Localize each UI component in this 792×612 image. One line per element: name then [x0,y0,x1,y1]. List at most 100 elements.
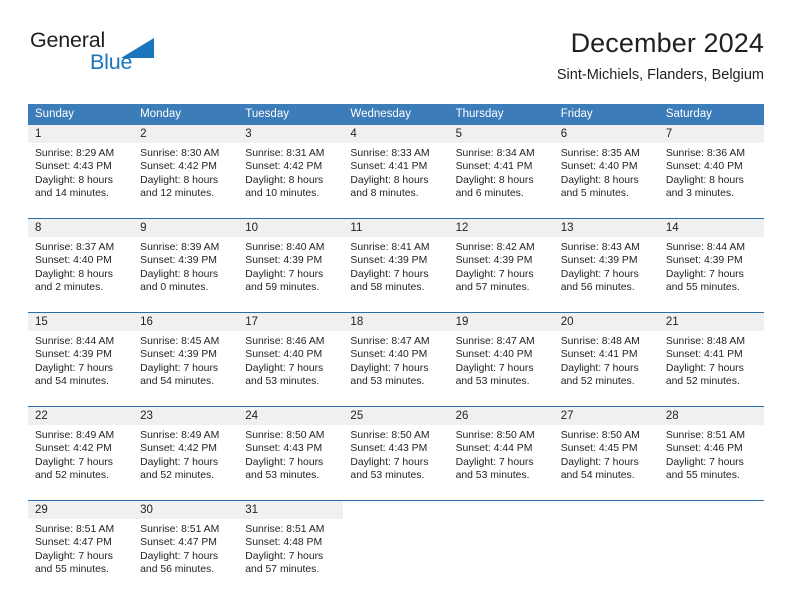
daylight-text-line1: Daylight: 7 hours [455,362,534,374]
day-number: 21 [658,313,764,331]
day-cell[interactable]: 16 Sunrise: 8:45 AM Sunset: 4:39 PM Dayligh… [133,313,239,395]
daylight-text-line1: Daylight: 7 hours [35,550,113,562]
day-cell[interactable]: 25 Sunrise: 8:50 AM Sunset: 4:43 PM Dayligh… [343,407,449,489]
day-details: Sunrise: 8:47 AM Sunset: 4:40 PM Daylight:… [449,331,554,389]
day-cell[interactable]: 23 Sunrise: 8:49 AM Sunset: 4:42 PM Dayligh… [133,407,239,489]
sunrise-text: Sunrise: 8:36 AM [665,148,745,159]
sunset-text: Sunset: 4:47 PM [140,537,217,549]
sunrise-text: Sunrise: 8:35 AM [560,148,640,159]
daylight-text-line2: and 12 minutes. [140,188,215,200]
day-cell[interactable]: 10 Sunrise: 8:40 AM Sunset: 4:39 PM Dayligh… [238,219,344,301]
day-number: 31 [238,501,344,519]
day-cell[interactable]: 12 Sunrise: 8:42 AM Sunset: 4:39 PM Dayligh… [448,219,554,301]
logo-text-blue: Blue [90,50,133,74]
day-number: 3 [238,125,344,143]
sunrise-text: Sunrise: 8:50 AM [245,430,325,441]
weekday-header-saturday: Saturday [665,108,712,120]
day-number: 11 [343,219,449,237]
day-cell[interactable]: 27 Sunrise: 8:50 AM Sunset: 4:45 PM Dayligh… [553,407,659,489]
day-cell[interactable]: 22 Sunrise: 8:49 AM Sunset: 4:42 PM Dayligh… [28,407,134,489]
day-cell[interactable]: 3 Sunrise: 8:31 AM Sunset: 4:42 PM Daylight… [238,125,344,207]
sunset-text: Sunset: 4:41 PM [350,161,428,173]
sunrise-text: Sunrise: 8:33 AM [350,148,430,159]
day-cell[interactable]: 9 Sunrise: 8:39 AM Sunset: 4:39 PM Daylight… [133,219,239,301]
day-number: 29 [28,501,134,519]
daylight-text-line2: and 53 minutes. [455,470,530,482]
sunrise-text: Sunrise: 8:41 AM [350,242,430,253]
day-cell[interactable]: 20 Sunrise: 8:48 AM Sunset: 4:41 PM Dayligh… [553,313,659,395]
sunrise-text: Sunrise: 8:50 AM [350,430,430,441]
weekday-header-thursday: Thursday [455,108,504,120]
day-cell[interactable]: 21 Sunrise: 8:48 AM Sunset: 4:41 PM Dayligh… [658,313,764,395]
sunset-text: Sunset: 4:41 PM [560,349,638,361]
sunset-text: Sunset: 4:42 PM [35,443,112,455]
day-cell[interactable]: 2 Sunrise: 8:30 AM Sunset: 4:42 PM Daylight… [133,125,239,207]
daylight-text-line2: and 8 minutes. [350,188,419,200]
day-cell[interactable]: 11 Sunrise: 8:41 AM Sunset: 4:39 PM Dayligh… [343,219,449,301]
sunrise-text: Sunrise: 8:47 AM [455,336,535,347]
sunset-text: Sunset: 4:43 PM [245,443,323,455]
daylight-text-line2: and 55 minutes. [665,470,740,482]
day-cell[interactable]: 18 Sunrise: 8:47 AM Sunset: 4:40 PM Dayligh… [343,313,449,395]
sunrise-text: Sunrise: 8:46 AM [245,336,325,347]
daylight-text-line2: and 53 minutes. [350,376,425,388]
day-details: Sunrise: 8:50 AM Sunset: 4:43 PM Daylight:… [343,425,448,483]
sunset-text: Sunset: 4:44 PM [455,443,533,455]
daylight-text-line2: and 54 minutes. [560,470,635,482]
day-number: 5 [448,125,554,143]
day-details: Sunrise: 8:51 AM Sunset: 4:47 PM Daylight:… [133,519,238,577]
day-cell[interactable]: 8 Sunrise: 8:37 AM Sunset: 4:40 PM Daylight… [28,219,134,301]
day-number [553,501,659,519]
daylight-text-line1: Daylight: 8 hours [35,174,113,186]
day-cell[interactable]: 14 Sunrise: 8:44 AM Sunset: 4:39 PM Dayligh… [658,219,764,301]
day-details: Sunrise: 8:33 AM Sunset: 4:41 PM Daylight:… [343,143,448,201]
daylight-text-line1: Daylight: 8 hours [140,174,219,186]
daylight-text-line1: Daylight: 7 hours [245,362,324,374]
daylight-text-line2: and 54 minutes. [35,376,109,388]
day-cell[interactable]: 31 Sunrise: 8:51 AM Sunset: 4:48 PM Dayligh… [238,501,344,583]
day-cell[interactable]: 13 Sunrise: 8:43 AM Sunset: 4:39 PM Dayligh… [553,219,659,301]
day-cell[interactable]: 30 Sunrise: 8:51 AM Sunset: 4:47 PM Dayligh… [133,501,239,583]
day-number: 12 [448,219,554,237]
day-cell[interactable]: 15 Sunrise: 8:44 AM Sunset: 4:39 PM Dayligh… [28,313,134,395]
day-details: Sunrise: 8:51 AM Sunset: 4:48 PM Daylight:… [238,519,343,577]
weekday-header-sunday: Sunday [35,108,75,120]
sunrise-text: Sunrise: 8:48 AM [560,336,640,347]
day-cell[interactable]: 19 Sunrise: 8:47 AM Sunset: 4:40 PM Dayligh… [448,313,554,395]
sunrise-text: Sunrise: 8:51 AM [665,430,745,441]
day-details: Sunrise: 8:44 AM Sunset: 4:39 PM Daylight:… [28,331,133,389]
day-number: 8 [28,219,134,237]
day-details: Sunrise: 8:48 AM Sunset: 4:41 PM Daylight:… [659,331,764,389]
daylight-text-line1: Daylight: 8 hours [35,268,113,280]
day-details: Sunrise: 8:49 AM Sunset: 4:42 PM Daylight:… [28,425,133,483]
sunrise-text: Sunrise: 8:34 AM [455,148,535,159]
day-cell[interactable]: 26 Sunrise: 8:50 AM Sunset: 4:44 PM Dayligh… [448,407,554,489]
day-cell[interactable]: 24 Sunrise: 8:50 AM Sunset: 4:43 PM Dayligh… [238,407,344,489]
daylight-text-line2: and 55 minutes. [665,282,740,294]
day-cell[interactable]: 4 Sunrise: 8:33 AM Sunset: 4:41 PM Daylight… [343,125,449,207]
general-blue-logo[interactable]: General Blue [28,29,258,86]
sunrise-text: Sunrise: 8:49 AM [35,430,115,441]
day-cell[interactable]: 6 Sunrise: 8:35 AM Sunset: 4:40 PM Daylight… [553,125,659,207]
day-number [343,501,449,519]
day-number: 25 [343,407,449,425]
day-number: 17 [238,313,344,331]
week-row-spacer [28,489,764,500]
day-details: Sunrise: 8:46 AM Sunset: 4:40 PM Daylight:… [238,331,343,389]
day-cell[interactable]: 29 Sunrise: 8:51 AM Sunset: 4:47 PM Dayligh… [28,501,134,583]
day-number [448,501,554,519]
daylight-text-line1: Daylight: 7 hours [665,268,744,280]
day-cell[interactable]: 7 Sunrise: 8:36 AM Sunset: 4:40 PM Daylight… [658,125,764,207]
day-details: Sunrise: 8:50 AM Sunset: 4:44 PM Daylight:… [449,425,554,483]
daylight-text-line1: Daylight: 7 hours [350,456,429,468]
sunrise-text: Sunrise: 8:31 AM [245,148,325,159]
sunset-text: Sunset: 4:39 PM [140,255,217,267]
sunrise-text: Sunrise: 8:50 AM [455,430,535,441]
day-number: 27 [553,407,659,425]
page-subtitle: Sint-Michiels, Flanders, Belgium [556,67,764,83]
day-cell[interactable]: 5 Sunrise: 8:34 AM Sunset: 4:41 PM Daylight… [448,125,554,207]
daylight-text-line1: Daylight: 8 hours [455,174,534,186]
day-cell[interactable]: 17 Sunrise: 8:46 AM Sunset: 4:40 PM Dayligh… [238,313,344,395]
day-cell[interactable]: 1 Sunrise: 8:29 AM Sunset: 4:43 PM Daylight… [28,125,134,207]
day-cell[interactable]: 28 Sunrise: 8:51 AM Sunset: 4:46 PM Dayligh… [658,407,764,489]
